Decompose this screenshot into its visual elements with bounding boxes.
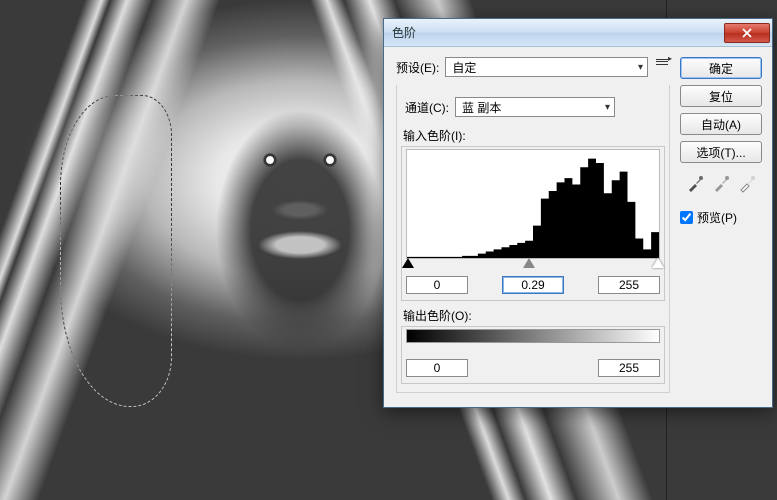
eyedropper-white-icon[interactable] xyxy=(738,175,756,193)
ok-button[interactable]: 确定 xyxy=(680,57,762,79)
output-highlight-field[interactable] xyxy=(598,359,660,377)
auto-button[interactable]: 自动(A) xyxy=(680,113,762,135)
channel-select[interactable]: 蓝 副本 ▾ xyxy=(455,97,615,117)
input-shadow-field[interactable] xyxy=(406,276,468,294)
dialog-title: 色阶 xyxy=(392,24,416,41)
output-shadow-field[interactable] xyxy=(406,359,468,377)
preview-checkbox[interactable] xyxy=(680,211,693,224)
channel-value: 蓝 副本 xyxy=(462,99,501,116)
close-button[interactable] xyxy=(724,23,770,43)
preset-select[interactable]: 自定 ▾ xyxy=(445,57,648,77)
dialog-titlebar[interactable]: 色阶 xyxy=(384,19,772,47)
input-midtone-slider[interactable] xyxy=(523,258,535,268)
options-button[interactable]: 选项(T)... xyxy=(680,141,762,163)
chevron-down-icon: ▾ xyxy=(605,102,610,113)
cancel-button[interactable]: 复位 xyxy=(680,85,762,107)
input-highlight-slider[interactable] xyxy=(652,258,664,268)
eyedropper-gray-icon[interactable] xyxy=(712,175,730,193)
preset-menu-button[interactable] xyxy=(654,59,670,75)
output-slider-track xyxy=(406,343,660,355)
input-shadow-slider[interactable] xyxy=(402,258,414,268)
histogram xyxy=(406,149,660,259)
preview-checkbox-row[interactable]: 预览(P) xyxy=(680,209,762,226)
output-gradient xyxy=(406,329,660,343)
input-highlight-field[interactable] xyxy=(598,276,660,294)
close-icon xyxy=(741,28,753,38)
input-levels-label: 输入色阶(I): xyxy=(403,127,663,144)
preset-label: 预设(E): xyxy=(396,59,439,76)
eyedropper-black-icon[interactable] xyxy=(686,175,704,193)
preset-value: 自定 xyxy=(452,59,476,76)
channel-label: 通道(C): xyxy=(405,99,449,116)
output-levels-label: 输出色阶(O): xyxy=(403,307,663,324)
preview-label: 预览(P) xyxy=(697,209,737,226)
levels-dialog: 色阶 预设(E): 自定 ▾ 通道(C): 蓝 副本 xyxy=(383,18,773,408)
input-slider-track xyxy=(406,258,660,272)
chevron-down-icon: ▾ xyxy=(638,62,643,73)
input-midtone-field[interactable] xyxy=(502,276,564,294)
